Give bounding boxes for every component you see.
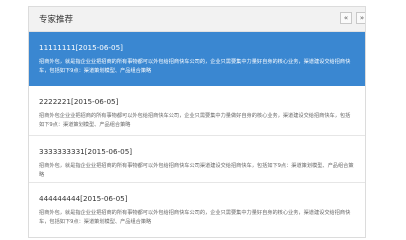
expert-item-2[interactable]: 2222221[2015-06-05] 招商外包企业业把招商的所有事物都可以外包… — [29, 86, 365, 136]
expert-title[interactable]: 11111111[2015-06-05] — [39, 32, 355, 52]
next-page-button[interactable]: » — [356, 12, 365, 24]
expert-description: 招商外包，就是指企业业把招商的所有事物都可以外包给招商快车公司渠道建设交给招商快… — [39, 163, 354, 178]
expert-title[interactable]: 444444444[2015-06-05] — [39, 183, 355, 203]
expert-recommend-panel: 专家推荐 « » 11111111[2015-06-05] 招商外包，就是指企业… — [28, 6, 366, 238]
expert-description: 招商外包企业业把招商的所有事物都可以外包给招商快车公司，企业只需要集中力量做好自… — [39, 113, 351, 128]
panel-header: 专家推荐 « » — [29, 7, 365, 32]
expert-description: 招商外包，就是指企业业把招商的所有事物都可以外包给招商快车公司的，企业只需要集中… — [39, 59, 351, 74]
expert-description: 招商外包，就是指企业业把招商的所有事物都可以外包给招商快车公司的，企业只需要集中… — [39, 210, 351, 225]
expert-title[interactable]: 2222221[2015-06-05] — [39, 86, 355, 106]
expert-item-4[interactable]: 444444444[2015-06-05] 招商外包，就是指企业业把招商的所有事… — [29, 183, 365, 237]
prev-page-button[interactable]: « — [340, 12, 352, 24]
expert-list: 11111111[2015-06-05] 招商外包，就是指企业业把招商的所有事物… — [29, 32, 365, 237]
panel-title: 专家推荐 — [39, 15, 74, 25]
expert-item-1[interactable]: 11111111[2015-06-05] 招商外包，就是指企业业把招商的所有事物… — [29, 32, 365, 86]
expert-title[interactable]: 3333333331[2015-06-05] — [39, 136, 355, 156]
expert-item-3[interactable]: 3333333331[2015-06-05] 招商外包，就是指企业业把招商的所有… — [29, 136, 365, 183]
